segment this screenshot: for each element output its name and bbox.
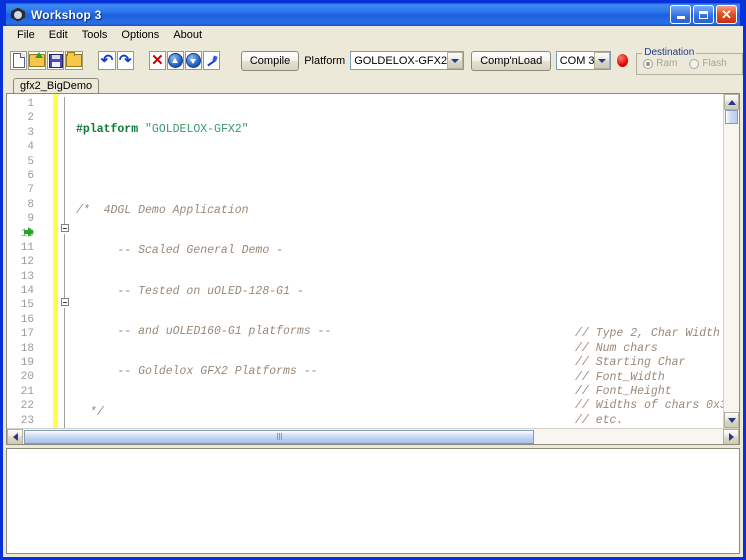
scrollbar-down-arrow-icon[interactable] [724,412,739,428]
vertical-scrollbar-track[interactable] [724,124,739,412]
comp-n-load-button[interactable]: Comp'nLoad [471,50,552,71]
scroll-up-icon [168,53,184,68]
line-number: 14 [20,285,34,298]
line-number: 6 [27,169,34,182]
destination-group-title: Destination [642,46,697,58]
code-text[interactable]: #platform "GOLDELOX-GFX2" /* 4DGL Demo A… [72,94,723,428]
redo-button[interactable]: ↷ [116,51,134,70]
destination-flash-label: Flash [702,58,727,69]
line-number: 19 [20,357,34,370]
window-title: Workshop 3 [31,7,102,22]
save-file-button[interactable] [47,51,65,70]
status-led-icon [616,54,629,67]
code-editor: 1 2 3 4 5 6 7 8 9 10 11 12 13 14 15 16 1 [6,93,740,445]
scroll-down-button[interactable] [185,51,203,70]
line-number: 21 [20,385,34,398]
pin-button[interactable] [203,51,221,70]
undo-icon: ↶ [100,52,114,69]
menu-item-edit[interactable]: Edit [43,28,76,42]
scrollbar-up-arrow-icon[interactable] [724,94,739,110]
horizontal-scrollbar-track[interactable] [535,428,723,444]
line-number: 22 [20,400,34,413]
scrollbar-left-arrow-icon[interactable] [7,428,23,444]
line-number: 4 [27,141,34,154]
chevron-down-icon-com[interactable] [593,52,610,69]
line-number: 11 [20,241,34,254]
maximize-button[interactable] [693,5,714,24]
delete-icon: ✕ [151,52,164,69]
line-number: 9 [27,213,34,226]
compile-button[interactable]: Compile [240,50,300,71]
output-pane[interactable] [6,448,740,554]
radio-flash-icon [689,58,700,69]
line-number: 1 [27,98,34,110]
com-port-combobox[interactable]: COM 3 [555,51,611,70]
new-file-button[interactable] [10,51,28,70]
trailing-comment: // Num chars [575,341,658,355]
delete-button[interactable]: ✕ [148,51,166,70]
line-number: 5 [27,155,34,168]
menu-item-tools[interactable]: Tools [76,28,116,42]
line-number: 7 [27,184,34,197]
line-number: 17 [20,328,34,341]
pin-icon [205,54,218,67]
platform-value: GOLDELOX-GFX2 [354,54,448,67]
menu-item-options[interactable]: Options [115,28,167,42]
radio-ram-icon [643,58,654,69]
scrollbar-right-arrow-icon[interactable] [723,428,739,444]
breakpoint-marker-icon[interactable] [24,227,35,237]
redo-icon: ↷ [118,52,132,69]
horizontal-scrollbar[interactable] [7,428,739,444]
destination-radio-ram[interactable]: Ram [643,58,677,69]
line-number: 2 [27,112,34,125]
line-number: 18 [20,342,34,355]
line-number: 13 [20,270,34,283]
trailing-comment: // Font_Height [575,385,672,398]
title-bar: Workshop 3 ✕ [3,0,743,26]
line-number: 15 [20,299,34,312]
vertical-scrollbar-thumb[interactable] [725,110,738,124]
minimize-button[interactable] [670,5,691,24]
window-controls: ✕ [670,5,737,24]
horizontal-scrollbar-thumb[interactable] [24,429,534,444]
line-number: 20 [20,371,34,384]
destination-ram-label: Ram [656,58,678,69]
menu-bar: File Edit Tools Options About [3,26,743,44]
open-file-icon [29,52,46,67]
trailing-comments: // Type 2, Char Width preceeds ch // Num… [72,97,723,426]
menu-item-file[interactable]: File [11,28,43,42]
platform-combobox[interactable]: GOLDELOX-GFX2 [350,51,465,70]
toolbar: ↶ ↷ ✕ Compile Platform GOLDELOX-GFX2 Com… [3,44,744,77]
platform-label: Platform [304,54,346,67]
chevron-down-icon[interactable] [447,52,464,69]
vertical-scrollbar[interactable] [723,94,739,428]
code-area[interactable]: 1 2 3 4 5 6 7 8 9 10 11 12 13 14 15 16 1 [7,94,723,428]
app-window: Workshop 3 ✕ File Edit Tools Options Abo… [0,0,746,560]
close-icon: ✕ [721,6,732,22]
close-button[interactable]: ✕ [716,5,737,24]
line-number: 3 [27,126,34,139]
code-folding-column[interactable] [58,94,72,428]
line-number: 8 [27,198,34,211]
line-number: 12 [20,256,34,269]
destination-group: Destination Ram Flash [636,46,744,75]
line-number: 23 [20,414,34,427]
scroll-up-button[interactable] [166,51,185,70]
tab-strip: gfx2_BigDemo [3,77,743,93]
line-number-gutter: 1 2 3 4 5 6 7 8 9 10 11 12 13 14 15 16 1 [7,94,53,428]
folder-icon [66,52,83,67]
app-logo-icon [10,7,26,23]
scroll-down-icon [186,53,202,68]
com-port-value: COM 3 [559,54,594,67]
menu-item-about[interactable]: About [167,28,210,42]
new-file-icon [12,53,25,68]
tab-gfx2-bigdemo[interactable]: gfx2_BigDemo [13,78,100,93]
destination-radio-flash[interactable]: Flash [689,58,727,69]
folder-button[interactable] [65,51,84,70]
save-file-icon [48,53,63,68]
line-number: 16 [20,313,34,326]
open-file-button[interactable] [28,51,47,70]
undo-button[interactable]: ↶ [98,51,116,70]
